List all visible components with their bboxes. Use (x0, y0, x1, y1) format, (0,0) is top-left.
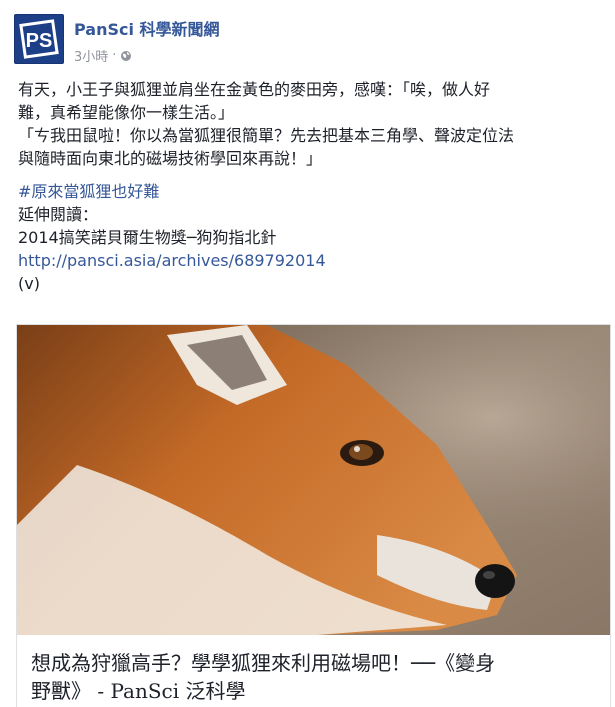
post-text-line: 有天，小王子與狐狸並肩坐在金黃色的麥田旁，感嘆：「唉，做人好 (18, 80, 491, 99)
link-preview-title: 想成為狩獵高手？學學狐狸來利用磁場吧！──《變身 野獸》 - PanSci 泛科… (17, 635, 610, 705)
link-preview-card[interactable]: 想成為狩獵高手？學學狐狸來利用磁場吧！──《變身 野獸》 - PanSci 泛科… (16, 324, 611, 707)
globe-icon[interactable] (120, 50, 132, 62)
post-body: 有天，小王子與狐狸並肩坐在金黃色的麥田旁，感嘆：「唉，做人好 難，真希望能像你一… (18, 78, 603, 295)
post-signature: (v) (18, 274, 40, 293)
post-text-line: 「ㄘ我田鼠啦！你以為當狐狸很簡單？先去把基本三角學、聲波定位法 (18, 126, 515, 145)
post-text-line: 與隨時面向東北的磁場技術學回來再說！」 (18, 149, 323, 168)
logo-text: PS (26, 30, 53, 52)
post-text-line: 難，真希望能像你一樣生活。」 (18, 103, 235, 122)
meta-separator: · (112, 48, 117, 63)
page-name-link[interactable]: PanSci 科學新聞網 (74, 16, 220, 40)
page-avatar[interactable]: PS (14, 14, 64, 64)
fox-photo[interactable] (17, 325, 610, 635)
extended-reading-label: 延伸閱讀： (18, 205, 99, 224)
related-article-link[interactable]: http://pansci.asia/archives/689792014 (18, 249, 603, 272)
hashtag-link[interactable]: #原來當狐狸也好難 (18, 180, 603, 203)
post-timestamp[interactable]: 3小時 (74, 46, 108, 65)
related-article-title: 2014搞笑諾貝爾生物獎─狗狗指北針 (18, 228, 277, 247)
caption-line[interactable]: 野獸》 - PanSci 泛科學 (31, 677, 596, 705)
pansci-logo-icon: PS (19, 19, 59, 59)
caption-line[interactable]: 想成為狩獵高手？學學狐狸來利用磁場吧！──《變身 (31, 649, 596, 677)
post-header: PS PanSci 科學新聞網 3小時 · (14, 14, 220, 66)
